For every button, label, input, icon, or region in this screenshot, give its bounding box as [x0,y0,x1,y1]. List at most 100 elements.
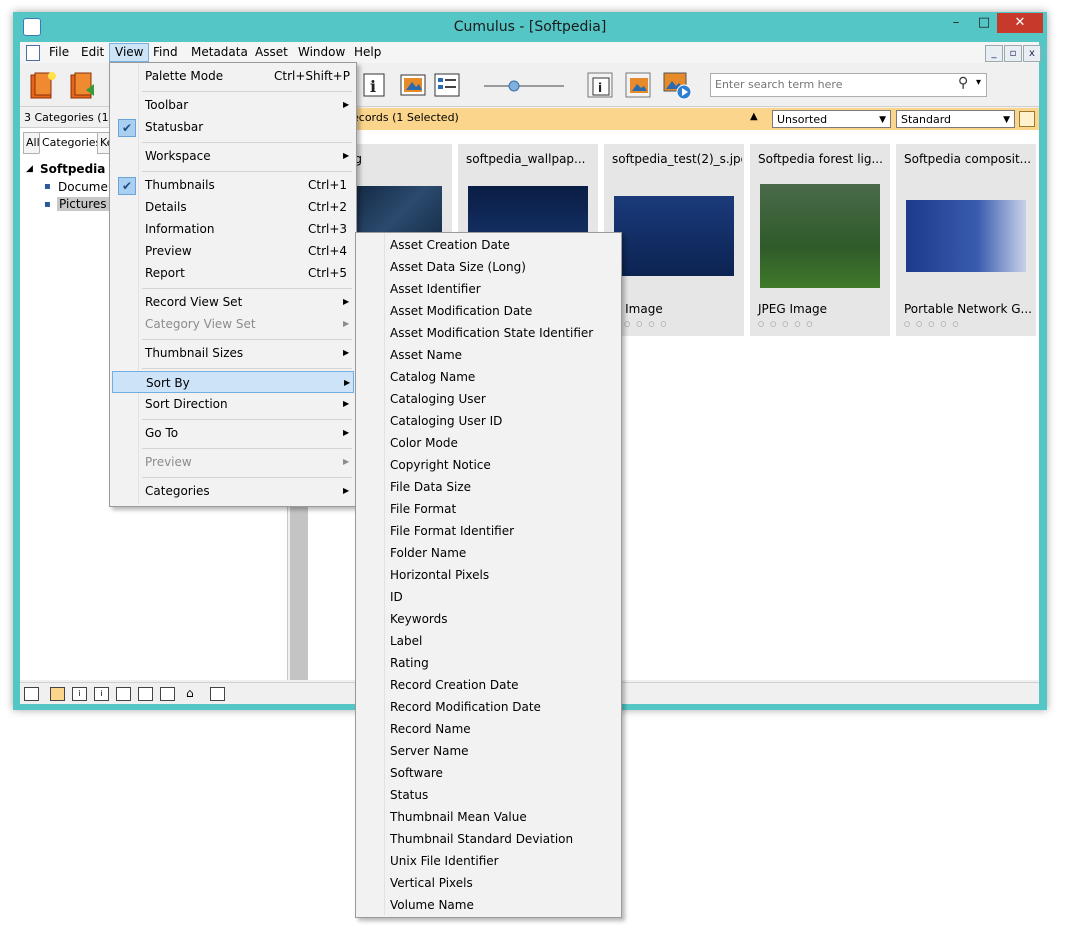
sort-by-item-folder-name[interactable]: Folder Name [358,542,619,564]
sort-by-item-record-name[interactable]: Record Name [358,718,619,740]
search-input[interactable] [711,74,959,94]
sort-by-item-vertical-pixels[interactable]: Vertical Pixels [358,872,619,894]
sort-by-item-file-format-identifier[interactable]: File Format Identifier [358,520,619,542]
title-bar[interactable]: Cumulus - [Softpedia] – □ ✕ [13,12,1047,42]
preview-icon[interactable] [398,70,428,100]
tree-root-softpedia[interactable]: Softpedia [40,162,105,176]
sort-by-item-rating[interactable]: Rating [358,652,619,674]
slideshow-icon[interactable] [662,70,692,100]
sort-by-item-record-creation-date[interactable]: Record Creation Date [358,674,619,696]
sort-by-item-label[interactable]: Label [358,630,619,652]
sort-by-item-asset-modification-date[interactable]: Asset Modification Date [358,300,619,322]
sort-by-item-thumbnail-standard-deviation[interactable]: Thumbnail Standard Deviation [358,828,619,850]
menu-find[interactable]: Find [148,44,183,61]
basket-icon[interactable]: ⌂ [186,686,194,700]
sort-by-item-id[interactable]: ID [358,586,619,608]
sort-by-item-cataloging-user-id[interactable]: Cataloging User ID [358,410,619,432]
sort-select[interactable]: Unsorted ▼ [772,110,891,128]
sort-by-item-unix-file-identifier[interactable]: Unix File Identifier [358,850,619,872]
sort-by-item-thumbnail-mean-value[interactable]: Thumbnail Mean Value [358,806,619,828]
view-set-select[interactable]: Standard ▼ [896,110,1015,128]
sort-by-item-file-format[interactable]: File Format [358,498,619,520]
sort-by-item-asset-data-size-long[interactable]: Asset Data Size (Long) [358,256,619,278]
sort-by-item-record-modification-date[interactable]: Record Modification Date [358,696,619,718]
thumbnail-card[interactable]: softpedia_test(2)_s.jpg G Image ○○○○○ [604,144,744,336]
sort-by-item-asset-creation-date[interactable]: Asset Creation Date [358,234,619,256]
open-catalog-icon[interactable] [68,70,98,100]
settings-icon[interactable] [210,687,225,701]
catalog-view-icon[interactable] [24,687,39,701]
sort-by-item-server-name[interactable]: Server Name [358,740,619,762]
mdi-restore-button[interactable]: ▫ [1004,45,1022,62]
tree-item-documents[interactable]: Documen [58,180,115,194]
new-catalog-icon[interactable] [28,70,58,100]
tree-item-pictures[interactable]: Pictures [57,197,109,211]
sort-by-item-volume-name[interactable]: Volume Name [358,894,619,916]
sort-by-item-asset-identifier[interactable]: Asset Identifier [358,278,619,300]
sort-by-item-label: Thumbnail Standard Deviation [390,832,574,846]
sort-by-item-asset-name[interactable]: Asset Name [358,344,619,366]
maximize-button[interactable]: □ [971,13,997,33]
minimize-button[interactable]: – [943,13,969,33]
view-menu-item-thumbnail-sizes[interactable]: Thumbnail Sizes ▶ [112,342,354,364]
menu-asset[interactable]: Asset [250,44,293,61]
sort-by-item-software[interactable]: Software [358,762,619,784]
sort-by-item-keywords[interactable]: Keywords [358,608,619,630]
info-icon[interactable]: i [72,687,87,701]
sort-by-item-catalog-name[interactable]: Catalog Name [358,366,619,388]
sort-by-item-label: Asset Modification State Identifier [390,326,594,340]
sort-by-item-copyright-notice[interactable]: Copyright Notice [358,454,619,476]
view-menu-item-information[interactable]: Information Ctrl+3 [112,218,354,240]
menu-view[interactable]: View [109,43,150,62]
view-menu-item-toolbar[interactable]: Toolbar ▶ [112,94,354,116]
record-info-icon[interactable]: i [586,70,616,100]
record-preview-icon[interactable] [624,70,654,100]
rating-stars[interactable]: ○○○○○ [904,320,965,328]
sort-direction-icon[interactable]: ▲ [750,111,758,122]
view-menu-item-report[interactable]: Report Ctrl+5 [112,262,354,284]
menu-help[interactable]: Help [349,44,386,61]
preview-view-icon[interactable] [160,687,175,701]
sort-by-item-status[interactable]: Status [358,784,619,806]
grid-view-icon[interactable] [116,687,131,701]
thumbnail-size-slider[interactable] [484,80,564,92]
search-icon[interactable]: ⚲ [958,75,968,91]
view-options-icon[interactable] [1019,111,1035,127]
view-menu-item-palette-mode[interactable]: Palette Mode Ctrl+Shift+P [112,65,354,87]
view-menu-item-sort-direction[interactable]: Sort Direction ▶ [112,393,354,415]
view-menu-item-record-view-set[interactable]: Record View Set ▶ [112,291,354,313]
sort-by-item-label: Vertical Pixels [390,876,473,890]
report-icon[interactable] [432,70,462,100]
info-icon[interactable]: i [360,70,390,100]
view-menu-item-workspace[interactable]: Workspace ▶ [112,145,354,167]
view-menu-item-preview[interactable]: Preview Ctrl+4 [112,240,354,262]
thumbnail-card[interactable]: Softpedia composit... Portable Network G… [896,144,1036,336]
mdi-close-button[interactable]: x [1023,45,1041,62]
view-set-select-value: Standard [901,113,952,126]
sort-by-item-color-mode[interactable]: Color Mode [358,432,619,454]
mdi-minimize-button[interactable]: _ [985,45,1003,62]
menu-edit[interactable]: Edit [76,44,109,61]
menu-window[interactable]: Window [293,44,350,61]
menu-metadata[interactable]: Metadata [186,44,253,61]
sort-by-item-cataloging-user[interactable]: Cataloging User [358,388,619,410]
close-button[interactable]: ✕ [997,13,1043,33]
thumbnail-card[interactable]: Softpedia forest lig... JPEG Image ○○○○○ [750,144,890,336]
categories-view-icon[interactable] [50,687,65,701]
search-dropdown-caret-icon[interactable]: ▾ [976,77,981,88]
tree-toggle-icon[interactable]: ◢ [26,164,33,174]
view-menu-item-categories[interactable]: Categories ▶ [112,480,354,502]
tab-categories[interactable]: Categories [39,132,105,154]
single-view-icon[interactable] [138,687,153,701]
view-menu-item-sort-by[interactable]: Sort By ▶ [112,371,354,393]
view-menu-item-thumbnails[interactable]: ✔ Thumbnails Ctrl+1 [112,174,354,196]
menu-file[interactable]: File [44,44,74,61]
view-menu-item-go-to[interactable]: Go To ▶ [112,422,354,444]
sort-by-item-asset-modification-state-identifier[interactable]: Asset Modification State Identifier [358,322,619,344]
rating-stars[interactable]: ○○○○○ [758,320,819,328]
sort-by-item-horizontal-pixels[interactable]: Horizontal Pixels [358,564,619,586]
sort-by-item-file-data-size[interactable]: File Data Size [358,476,619,498]
view-menu-item-details[interactable]: Details Ctrl+2 [112,196,354,218]
view-menu-item-statusbar[interactable]: ✔ Statusbar [112,116,354,138]
info-alt-icon[interactable]: i [94,687,109,701]
